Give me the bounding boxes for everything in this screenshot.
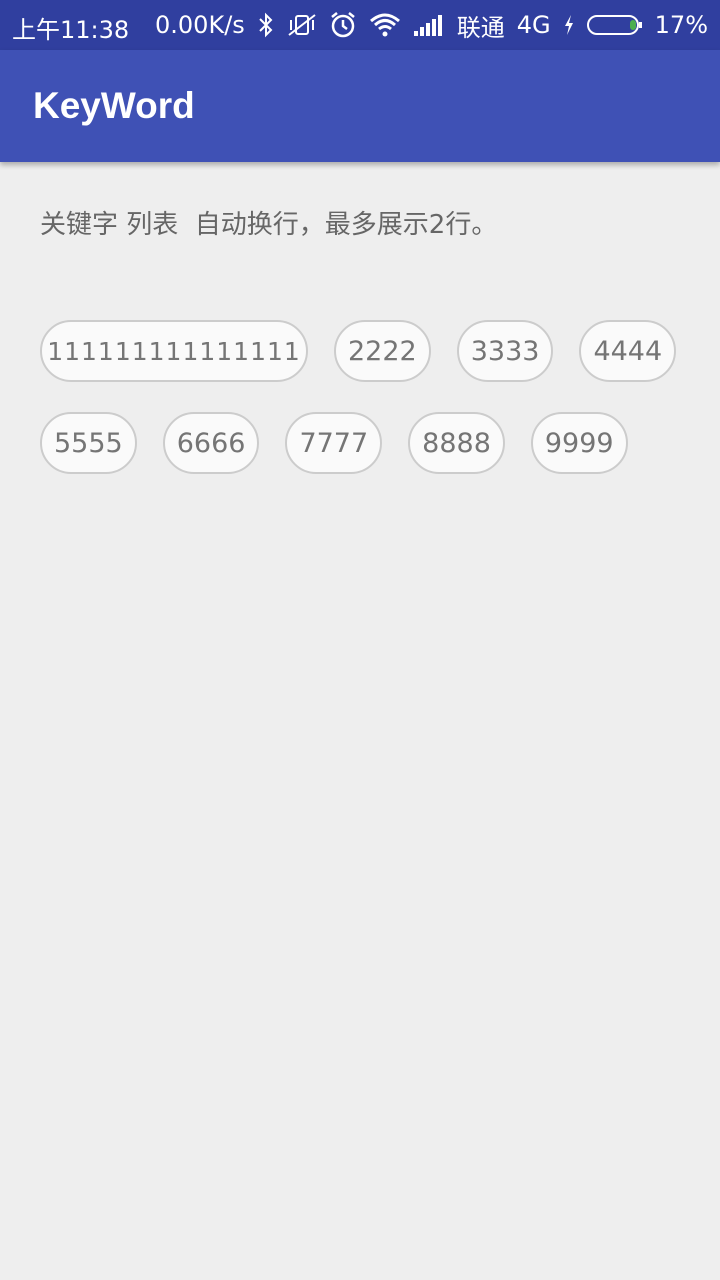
keyword-chip[interactable]: 111111111111111 [40,320,308,382]
keyword-row: 5555 6666 7777 8888 9999 [40,412,690,474]
keyword-chip[interactable]: 7777 [285,412,383,474]
keyword-chip[interactable]: 6666 [162,412,260,474]
alarm-icon [329,11,357,39]
bluetooth-icon [257,12,275,38]
status-bar: 上午11:38 0.00K/s 联通 4G 17% [0,0,720,50]
app-toolbar: KeyWord [0,50,720,162]
vibrate-off-icon [287,12,317,38]
description-text: 关键字 列表 自动换行，最多展示2行。 [40,210,498,240]
page-title: KeyWord [33,85,195,126]
status-time: 上午11:38 [12,16,130,44]
keyword-chip[interactable]: 2222 [334,320,431,382]
keyword-row: 111111111111111 2222 3333 4444 [40,320,690,382]
signal-icon [413,13,445,37]
keyword-chip[interactable]: 9999 [530,412,628,474]
keyword-chip[interactable]: 5555 [40,412,137,474]
network-speed: 0.00K/s [155,11,245,39]
keyword-list: 111111111111111 2222 3333 4444 5555 6666… [40,320,690,504]
status-right: 0.00K/s 联通 4G 17% [155,0,708,50]
battery-percent: 17% [654,11,708,39]
carrier-label: 联通 [456,13,505,42]
keyword-chip[interactable]: 3333 [456,320,554,382]
battery-icon [586,14,643,36]
wifi-icon [369,12,401,38]
keyword-chip[interactable]: 8888 [408,412,505,474]
network-type: 4G [516,11,551,39]
charging-icon [563,14,575,36]
keyword-chip[interactable]: 4444 [579,320,677,382]
